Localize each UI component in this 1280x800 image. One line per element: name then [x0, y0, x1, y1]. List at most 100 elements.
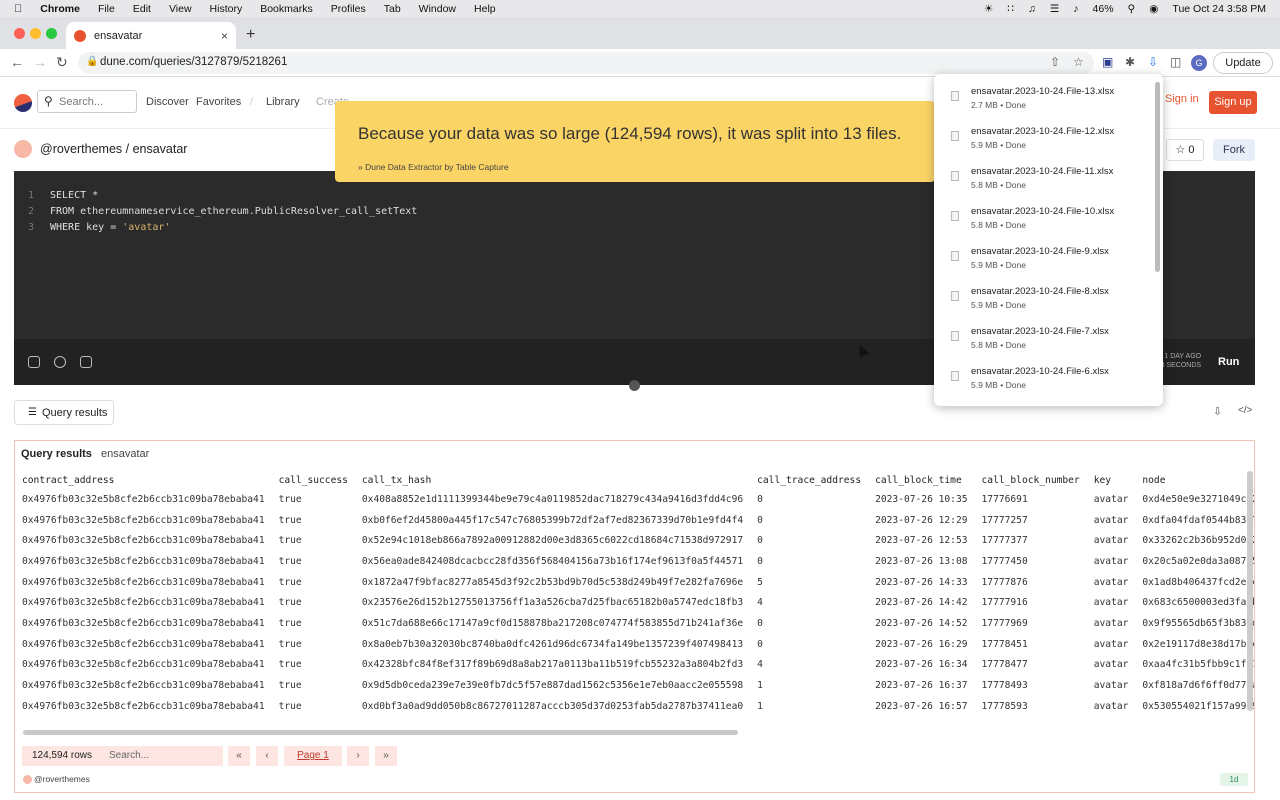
run-button[interactable]: Run	[1218, 356, 1239, 368]
prev-page-icon[interactable]: ‹	[256, 746, 278, 766]
side-panel-icon[interactable]: ◫	[1170, 55, 1181, 69]
menu-help[interactable]: Help	[474, 3, 496, 15]
dune-logo-icon[interactable]	[14, 94, 32, 112]
menu-tab[interactable]: Tab	[384, 3, 401, 15]
owner-name[interactable]: @roverthemes	[34, 774, 90, 784]
volume-icon[interactable]: ♪	[1073, 3, 1078, 15]
table-row[interactable]: 0x4976fb03c32e5b8cfe2b6ccb31c09ba78ebaba…	[15, 634, 1254, 655]
table-row[interactable]: 0x4976fb03c32e5b8cfe2b6ccb31c09ba78ebaba…	[15, 510, 1254, 531]
column-header[interactable]: contract_address	[15, 471, 272, 489]
table-row[interactable]: 0x4976fb03c32e5b8cfe2b6ccb31c09ba78ebaba…	[15, 572, 1254, 593]
horizontal-scrollbar[interactable]	[23, 730, 738, 735]
search-icon[interactable]: ⚲	[1128, 3, 1136, 15]
extension-table-capture-icon[interactable]: ▣	[1102, 55, 1113, 69]
table-row[interactable]: 0x4976fb03c32e5b8cfe2b6ccb31c09ba78ebaba…	[15, 489, 1254, 510]
sign-up-button[interactable]: Sign up	[1209, 91, 1257, 114]
code-area[interactable]: 1 SELECT * 2 FROM ethereumnameservice_ethe…	[28, 188, 417, 236]
menu-window[interactable]: Window	[419, 3, 456, 15]
table-row[interactable]: 0x4976fb03c32e5b8cfe2b6ccb31c09ba78ebaba…	[15, 613, 1254, 634]
download-item[interactable]: ensavatar.2023-10-24.File-7.xlsx 5.8 MB •…	[934, 326, 1163, 366]
browser-tab[interactable]: ensavatar ×	[66, 22, 236, 49]
bookmark-star-icon[interactable]: ☆	[1073, 55, 1084, 69]
page-selector[interactable]: Page 1	[284, 746, 342, 766]
headphones-icon[interactable]: ♫	[1028, 3, 1036, 15]
battery-percent[interactable]: 46%	[1093, 3, 1114, 15]
downloads-scrollbar[interactable]	[1155, 82, 1160, 272]
table-row[interactable]: 0x4976fb03c32e5b8cfe2b6ccb31c09ba78ebaba…	[15, 675, 1254, 696]
settings-icon[interactable]	[54, 356, 66, 368]
profile-avatar[interactable]: G	[1191, 55, 1207, 71]
tab-query-results[interactable]: ☰ Query results	[14, 400, 114, 425]
first-page-icon[interactable]: «	[228, 746, 250, 766]
minimize-window-button[interactable]	[30, 28, 41, 39]
fork-button[interactable]: Fork	[1213, 139, 1255, 161]
close-window-button[interactable]	[14, 28, 25, 39]
downloads-icon[interactable]: ⇩	[1148, 55, 1158, 69]
download-item[interactable]: ensavatar.2023-10-24.File-9.xlsx 5.9 MB •…	[934, 246, 1163, 286]
table-cell: 0x408a8852e1d1111399344be9e79c4a0119852d…	[361, 493, 744, 505]
menu-history[interactable]: History	[210, 3, 243, 15]
column-header[interactable]: node	[1135, 471, 1254, 489]
share-icon[interactable]: ⇧	[1050, 55, 1060, 69]
resize-handle[interactable]	[629, 380, 640, 391]
nav-favorites[interactable]: Favorites	[196, 96, 241, 108]
table-row[interactable]: 0x4976fb03c32e5b8cfe2b6ccb31c09ba78ebaba…	[15, 592, 1254, 613]
download-item[interactable]: ensavatar.2023-10-24.File-10.xlsx 5.8 MB …	[934, 206, 1163, 246]
search-input[interactable]: ⚲ Search...	[37, 90, 137, 113]
query-title[interactable]: @roverthemes / ensavatar	[40, 142, 187, 156]
star-button[interactable]: ☆ 0	[1166, 139, 1204, 161]
menu-bookmarks[interactable]: Bookmarks	[260, 3, 313, 15]
column-header[interactable]: call_block_number	[975, 471, 1087, 489]
clock[interactable]: Tue Oct 24 3:58 PM	[1172, 3, 1266, 15]
table-cell: 2023-07-26 13:08	[875, 555, 968, 567]
table-row[interactable]: 0x4976fb03c32e5b8cfe2b6ccb31c09ba78ebaba…	[15, 530, 1254, 551]
forward-arrow-icon[interactable]: →	[33, 54, 47, 70]
extensions-puzzle-icon[interactable]: ✱	[1125, 55, 1135, 69]
menu-file[interactable]: File	[98, 3, 115, 15]
column-header[interactable]: call_block_time	[868, 471, 974, 489]
download-item[interactable]: ensavatar.2023-10-24.File-11.xlsx 5.8 MB …	[934, 166, 1163, 206]
nav-discover[interactable]: Discover	[146, 96, 189, 108]
table-row[interactable]: 0x4976fb03c32e5b8cfe2b6ccb31c09ba78ebaba…	[15, 551, 1254, 572]
menubar-app-name[interactable]: Chrome	[40, 3, 80, 15]
nav-library[interactable]: Library	[266, 96, 300, 108]
download-item[interactable]: ensavatar.2023-10-24.File-13.xlsx 2.7 MB …	[934, 86, 1163, 126]
file-icon	[951, 331, 959, 341]
sign-in-link[interactable]: Sign in	[1165, 93, 1199, 105]
grid-icon[interactable]: ∷	[1007, 3, 1014, 15]
menu-view[interactable]: View	[169, 3, 192, 15]
close-tab-icon[interactable]: ×	[221, 29, 228, 43]
update-button[interactable]: Update	[1213, 52, 1273, 74]
column-header[interactable]: call_trace_address	[750, 471, 868, 489]
banner-source-link[interactable]: » Dune Data Extractor by Table Capture	[358, 162, 509, 172]
menu-profiles[interactable]: Profiles	[331, 3, 366, 15]
table-row[interactable]: 0x4976fb03c32e5b8cfe2b6ccb31c09ba78ebaba…	[15, 696, 1254, 717]
embed-code-icon[interactable]: </>	[1238, 405, 1252, 416]
download-results-icon[interactable]: ⇩	[1213, 405, 1222, 418]
reload-icon[interactable]: ↻	[56, 54, 68, 71]
column-header[interactable]: key	[1087, 471, 1136, 489]
menu-edit[interactable]: Edit	[133, 3, 151, 15]
download-item[interactable]: ensavatar.2023-10-24.File-12.xlsx 5.9 MB …	[934, 126, 1163, 166]
apple-icon[interactable]: 	[14, 3, 22, 15]
owner-avatar[interactable]	[14, 140, 32, 158]
column-header[interactable]: call_tx_hash	[355, 471, 750, 489]
column-header[interactable]: call_success	[272, 471, 355, 489]
format-icon[interactable]	[80, 356, 92, 368]
next-page-icon[interactable]: ›	[347, 746, 369, 766]
sql-keyword: FROM	[50, 206, 75, 217]
results-search-input[interactable]: Search...	[101, 746, 223, 766]
download-item[interactable]: ensavatar.2023-10-24.File-8.xlsx 5.9 MB •…	[934, 286, 1163, 326]
control-center-icon[interactable]: ◉	[1149, 3, 1158, 15]
back-arrow-icon[interactable]: ←	[10, 54, 24, 70]
brightness-icon[interactable]: ☀	[984, 3, 993, 15]
expand-icon[interactable]	[28, 356, 40, 368]
wifi-icon[interactable]: ☰	[1050, 3, 1059, 15]
url-bar[interactable]: 🔒 dune.com/queries/3127879/5218261	[78, 52, 1094, 74]
new-tab-button[interactable]: +	[246, 26, 255, 44]
download-item[interactable]: ensavatar.2023-10-24.File-6.xlsx 5.9 MB •…	[934, 366, 1163, 406]
zoom-window-button[interactable]	[46, 28, 57, 39]
last-page-icon[interactable]: »	[375, 746, 397, 766]
table-row[interactable]: 0x4976fb03c32e5b8cfe2b6ccb31c09ba78ebaba…	[15, 655, 1254, 676]
vertical-scrollbar[interactable]	[1247, 471, 1253, 711]
